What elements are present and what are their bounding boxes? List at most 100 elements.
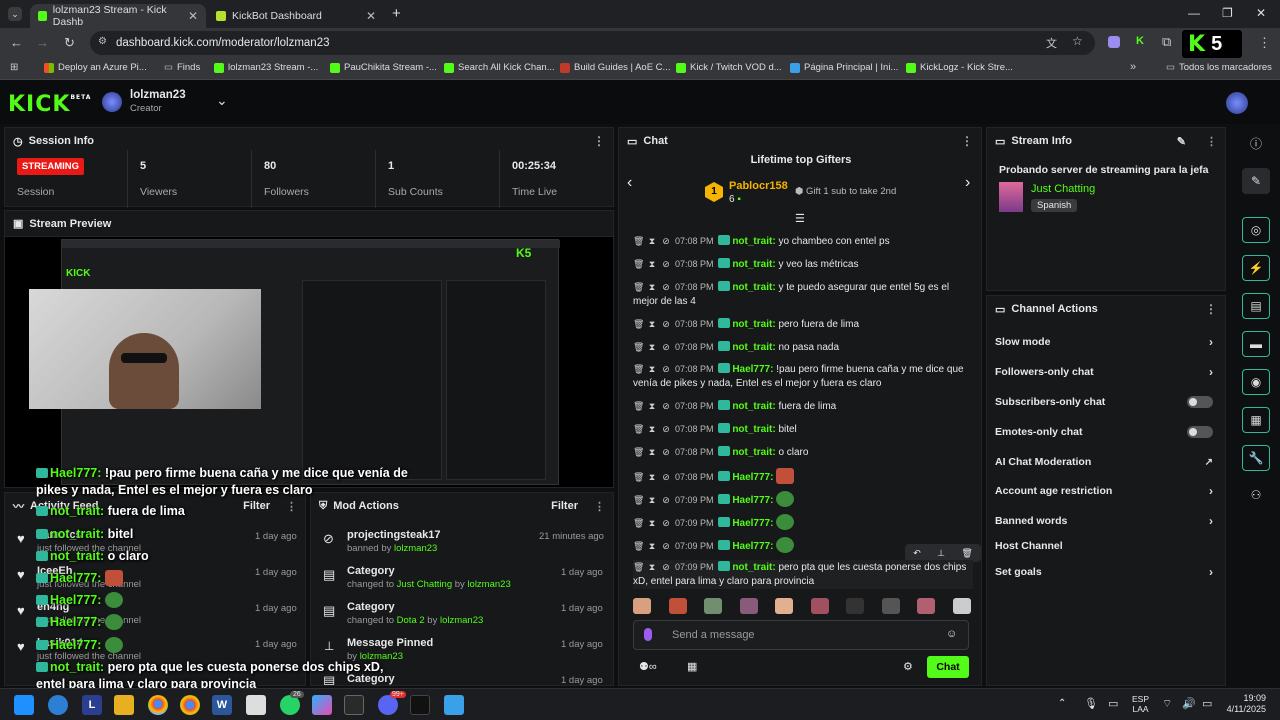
- emote-icon[interactable]: [633, 598, 651, 614]
- emote-icon[interactable]: [810, 598, 829, 614]
- gifter-name[interactable]: Pablocr158: [729, 180, 788, 192]
- emote-icon[interactable]: [917, 598, 936, 614]
- subscribers-only-action[interactable]: Subscribers-only chat: [995, 388, 1213, 416]
- emote-icon[interactable]: [668, 598, 687, 614]
- all-bookmarks[interactable]: ▭ Todos los marcadores: [1166, 62, 1272, 73]
- host-channel-action[interactable]: Host Channel: [995, 532, 1213, 560]
- set-goals-action[interactable]: Set goals ›: [995, 558, 1213, 586]
- session-menu-icon[interactable]: ⋮: [593, 134, 605, 148]
- bookmark-item[interactable]: Build Guides | AoE C...: [560, 62, 670, 73]
- more-bookmarks-icon[interactable]: »: [1130, 61, 1136, 73]
- subscribers-only-toggle[interactable]: [1187, 396, 1213, 408]
- close-tab-icon[interactable]: ✕: [366, 9, 376, 23]
- site-info-icon[interactable]: ⚙: [98, 36, 107, 47]
- emote-icon[interactable]: [775, 598, 794, 614]
- url-bar[interactable]: ⚙ dashboard.kick.com/moderator/lolzman23…: [90, 31, 1095, 55]
- chrome-icon[interactable]: [180, 695, 200, 715]
- activity-filter-button[interactable]: Filter: [243, 500, 270, 512]
- file-explorer-icon[interactable]: [114, 695, 134, 715]
- gift-cta[interactable]: ⬢ Gift 1 sub to take 2nd: [795, 186, 896, 197]
- chat-input[interactable]: Send a message ☺: [633, 620, 969, 650]
- extensions-puzzle-icon[interactable]: ⧉: [1162, 34, 1171, 50]
- pin-message-icon[interactable]: ⊥: [937, 548, 945, 559]
- volume-icon[interactable]: 🔊: [1182, 697, 1196, 710]
- bookmark-item[interactable]: Kick / Twitch VOD d...: [676, 62, 782, 73]
- edit-icon[interactable]: ✎: [1242, 168, 1270, 194]
- mic-tray-icon[interactable]: 🎙: [1084, 697, 1098, 710]
- emote-icon[interactable]: [704, 598, 723, 614]
- delete-message-icon[interactable]: 🗑: [961, 548, 972, 559]
- gifters-prev-icon[interactable]: ‹: [627, 174, 632, 192]
- obs-icon[interactable]: [410, 695, 430, 715]
- camera-icon[interactable]: ◎: [1242, 217, 1270, 243]
- channel-switch-chevron-icon[interactable]: ⌄: [216, 92, 228, 109]
- info-icon[interactable]: ⓘ: [1240, 130, 1272, 156]
- translate-icon[interactable]: 文: [1046, 35, 1057, 51]
- back-icon[interactable]: ←: [10, 35, 23, 50]
- followers-only-action[interactable]: Followers-only chat ›: [995, 358, 1213, 386]
- photos-icon[interactable]: [444, 695, 464, 715]
- flash-icon[interactable]: ⚡: [1242, 255, 1270, 281]
- account-age-action[interactable]: Account age restriction ›: [995, 477, 1213, 505]
- edit-pencil-icon[interactable]: ✎: [1177, 135, 1186, 148]
- app-icon[interactable]: [246, 695, 266, 715]
- emotes-only-toggle[interactable]: [1187, 426, 1213, 438]
- chrome-icon[interactable]: [148, 695, 168, 715]
- layout-icon[interactable]: ▦: [1242, 407, 1270, 433]
- bookmark-item[interactable]: Deploy an Azure Pi...: [44, 62, 147, 73]
- broadcast-icon[interactable]: ◉: [1242, 369, 1270, 395]
- tab-search-icon[interactable]: ⌄: [8, 7, 22, 21]
- wifi-icon[interactable]: ⌔: [1162, 697, 1172, 711]
- tab-kickbot[interactable]: KickBot Dashboard ✕: [208, 4, 384, 28]
- store-icon[interactable]: ▦: [687, 660, 697, 673]
- tab-lolzman23[interactable]: lolzman23 Stream - Kick Dashb ✕: [30, 4, 206, 28]
- app-l-icon[interactable]: L: [82, 695, 102, 715]
- tray-chevron-icon[interactable]: ⌃: [1058, 698, 1066, 709]
- banned-words-action[interactable]: Banned words ›: [995, 507, 1213, 535]
- send-chat-button[interactable]: Chat: [927, 656, 969, 678]
- bookmark-item[interactable]: KickLogz - Kick Stre...: [906, 62, 1013, 73]
- bookmark-star-icon[interactable]: ☆: [1072, 34, 1083, 48]
- language-indicator[interactable]: ESP LAA: [1132, 694, 1149, 714]
- reload-icon[interactable]: ↻: [64, 35, 75, 51]
- close-window-icon[interactable]: ✕: [1256, 6, 1266, 20]
- bookmark-item[interactable]: Search All Kick Chan...: [444, 62, 555, 73]
- chat-menu-icon[interactable]: ⋮: [961, 134, 973, 148]
- kick-extension-icon[interactable]: K: [1136, 35, 1144, 47]
- minimize-icon[interactable]: —: [1188, 6, 1200, 20]
- copilot-icon[interactable]: [312, 695, 332, 715]
- bookmark-item[interactable]: Página Principal | Ini...: [790, 62, 898, 73]
- emote-icon[interactable]: [881, 598, 900, 614]
- clock[interactable]: 19:09 4/11/2025: [1220, 693, 1266, 715]
- reply-icon[interactable]: ↶: [913, 548, 921, 559]
- document-icon[interactable]: ▤: [1242, 293, 1270, 319]
- discord-icon[interactable]: [378, 695, 398, 715]
- ai-moderation-action[interactable]: AI Chat Moderation ↗: [995, 448, 1213, 476]
- bookmark-item[interactable]: ▭ Finds: [164, 62, 200, 73]
- emote-icon[interactable]: [846, 598, 865, 614]
- emote-icon[interactable]: [739, 598, 758, 614]
- stream-category[interactable]: Just Chatting: [1031, 183, 1095, 195]
- whatsapp-icon[interactable]: [280, 695, 300, 715]
- users-icon[interactable]: ⚉∞: [639, 660, 657, 673]
- mod-filter-button[interactable]: Filter: [551, 500, 578, 512]
- forward-icon[interactable]: →: [36, 35, 49, 50]
- activity-menu-icon[interactable]: ⋮: [286, 500, 297, 513]
- battery-icon[interactable]: ▭: [1202, 697, 1212, 710]
- users-add-icon[interactable]: ⚇: [1240, 482, 1272, 508]
- app-icon[interactable]: [48, 695, 68, 715]
- extension-icon[interactable]: [1108, 36, 1120, 48]
- gifters-next-icon[interactable]: ›: [965, 174, 970, 192]
- mod-menu-icon[interactable]: ⋮: [594, 500, 605, 513]
- wrench-icon[interactable]: 🔧: [1242, 445, 1270, 471]
- windows-start-icon[interactable]: [14, 695, 34, 715]
- chat-settings-icon[interactable]: ⚙: [903, 660, 913, 673]
- terminal-icon[interactable]: [344, 695, 364, 715]
- emotes-only-action[interactable]: Emotes-only chat: [995, 418, 1213, 446]
- emote-icon[interactable]: [952, 598, 971, 614]
- bookmark-item[interactable]: lolzman23 Stream -...: [214, 62, 318, 73]
- pinned-list-icon[interactable]: ☰: [795, 212, 805, 225]
- slow-mode-action[interactable]: Slow mode ›: [995, 328, 1213, 356]
- maximize-icon[interactable]: ❐: [1222, 6, 1233, 20]
- message-icon[interactable]: ▬: [1242, 331, 1270, 357]
